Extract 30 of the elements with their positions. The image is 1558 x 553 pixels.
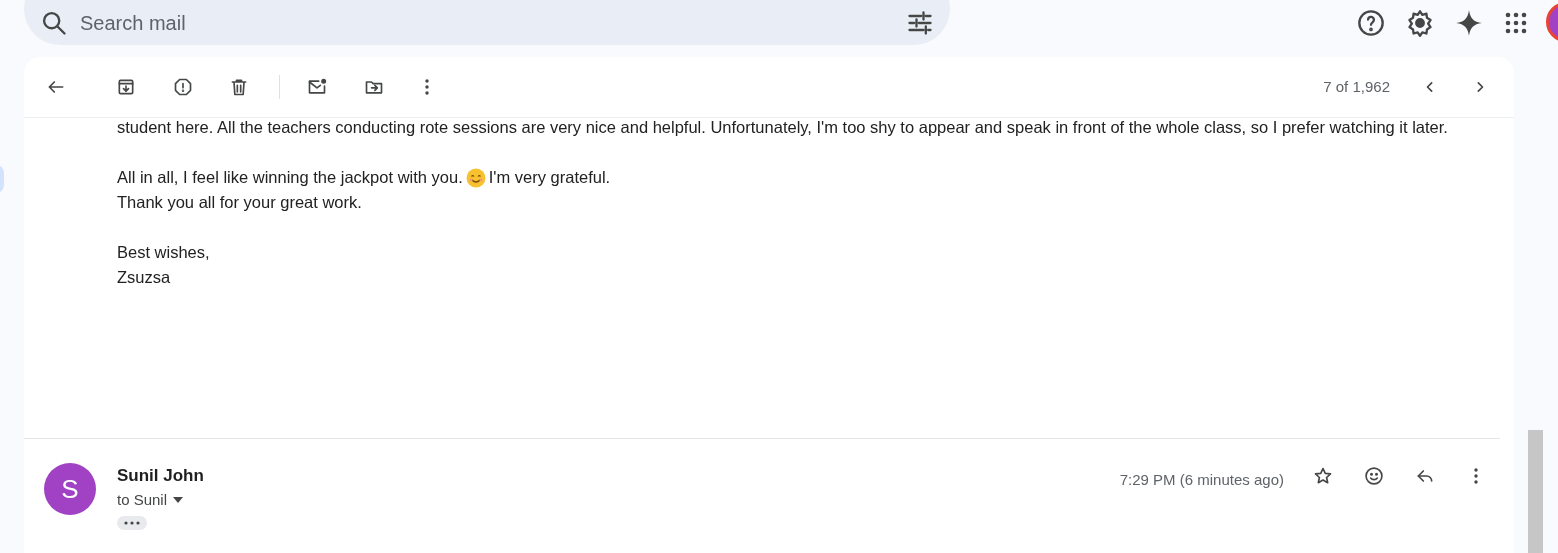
star-icon [1313, 466, 1333, 486]
scrollbar-thumb[interactable] [1528, 430, 1543, 553]
message-text: student here. All the teachers conducting rote sessions are very nice and helpful. Unfortunately, I'm too shy to appear and speak in front of the whole class, so I prefer watching it later. [117, 117, 1449, 138]
message-text: Zsuzsa [117, 267, 172, 288]
sender-name: Sunil John [117, 465, 204, 487]
message-text: All in all, I feel like winning the jackpot with you. [117, 167, 463, 188]
ellipsis-icon [124, 520, 140, 525]
spam-icon [173, 77, 193, 97]
search-input[interactable]: Search mail [80, 7, 906, 38]
message-text: Best wishes, [117, 242, 211, 263]
show-trimmed-button[interactable] [117, 515, 147, 530]
unread-mail-icon [307, 77, 327, 97]
caret-icon[interactable] [173, 497, 184, 504]
message-text: I'm very grateful. [488, 167, 611, 188]
help-icon[interactable] [1357, 8, 1385, 37]
filter-sliders-icon[interactable] [906, 8, 934, 37]
more-options-icon [425, 79, 429, 95]
apps-grid-icon[interactable] [1504, 10, 1528, 35]
message-text: Thank you all for your great work. [117, 192, 363, 213]
delete-icon [229, 77, 249, 97]
search-field[interactable]: Search mail [24, 0, 950, 45]
message-time: 7:29 PM (6 minutes ago) [1119, 470, 1284, 490]
emoji-reaction-icon [1364, 466, 1384, 486]
message-counter: 7 of 1,962 [1323, 76, 1390, 97]
sender-avatar[interactable]: S [44, 463, 96, 515]
recipient-label: to Sunil [117, 490, 168, 510]
more-options-icon [1474, 468, 1478, 484]
smiling-face-icon [465, 167, 486, 188]
settings-icon[interactable] [1406, 8, 1434, 37]
archive-icon [116, 77, 136, 97]
